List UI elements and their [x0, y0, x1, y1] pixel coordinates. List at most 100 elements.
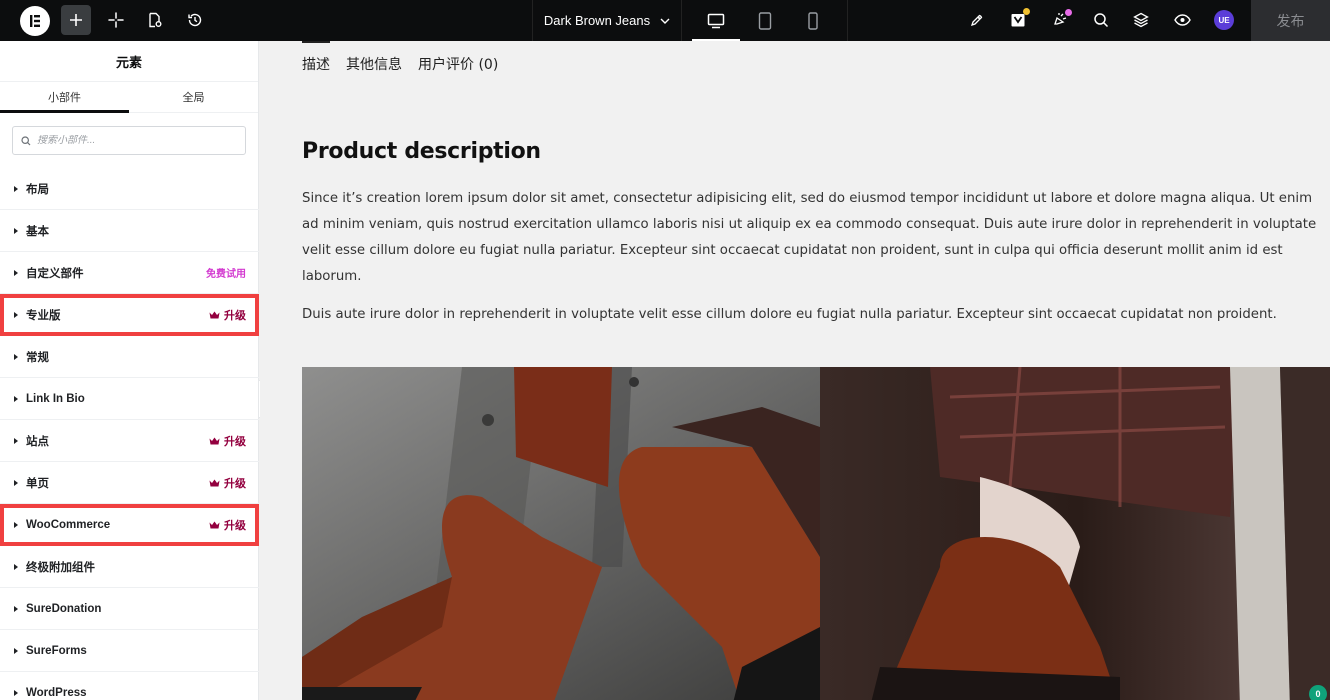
preview-button[interactable] — [1167, 5, 1197, 35]
category-label: WordPress — [26, 686, 87, 699]
crown-icon — [209, 311, 220, 318]
search-button[interactable] — [1086, 5, 1116, 35]
product-photo — [871, 367, 1330, 700]
tab-widgets[interactable]: 小部件 — [0, 82, 129, 113]
category-label: 站点 — [26, 435, 49, 448]
caret-right-icon — [14, 185, 18, 192]
category-label: Link In Bio — [26, 392, 85, 405]
tablet-view-button[interactable] — [741, 0, 789, 41]
document-title: Dark Brown Jeans — [543, 13, 651, 28]
desktop-icon — [707, 13, 725, 28]
category-wordpress[interactable]: WordPress — [0, 672, 259, 700]
document-title-dropdown[interactable]: Dark Brown Jeans — [532, 0, 682, 41]
category-sureforms[interactable]: SureForms — [0, 630, 259, 672]
panel-tabs: 小部件 全局 — [0, 82, 258, 113]
category-layout[interactable]: 布局 — [0, 168, 259, 210]
description-paragraph: Duis aute irure dolor in reprehenderit i… — [302, 307, 1277, 322]
widget-category-list: 布局 基本 自定义部件 免费试用 专业版 升级 常规 Link In Bio 站… — [0, 168, 259, 700]
description-paragraph: Since it’s creation lorem ipsum dolor si… — [302, 191, 1317, 284]
tab-reviews[interactable]: 用户评价 (0) — [418, 41, 498, 74]
structure-icon — [1133, 12, 1149, 28]
crown-icon — [209, 437, 220, 444]
tab-additional-info[interactable]: 其他信息 — [346, 41, 402, 74]
category-label: 单页 — [26, 477, 49, 490]
desktop-view-button[interactable] — [692, 0, 740, 41]
caret-right-icon — [14, 521, 18, 528]
upgrade-link[interactable]: 升级 — [209, 475, 246, 491]
search-icon — [1094, 13, 1109, 28]
category-single[interactable]: 单页 升级 — [0, 462, 259, 504]
rocket-icon — [970, 14, 983, 27]
elements-panel: 元素 小部件 全局 布局 基本 自定义部件 免费试用 专业版 升级 — [0, 41, 259, 700]
elementor-logo-icon[interactable] — [20, 6, 50, 36]
caret-right-icon — [14, 311, 18, 318]
add-element-button[interactable] — [61, 5, 91, 35]
history-button[interactable] — [180, 5, 210, 35]
category-label: 常规 — [26, 351, 49, 364]
preview-eye-icon — [1173, 14, 1191, 26]
page-settings-icon — [149, 12, 162, 28]
free-trial-badge[interactable]: 免费试用 — [206, 265, 246, 280]
caret-right-icon — [14, 479, 18, 486]
tab-description[interactable]: 描述 — [302, 41, 330, 74]
mobile-view-button[interactable] — [789, 0, 837, 41]
category-suredonation[interactable]: SureDonation — [0, 588, 259, 630]
category-link-in-bio[interactable]: Link In Bio — [0, 378, 259, 420]
category-pro[interactable]: 专业版 升级 — [0, 294, 259, 336]
caret-right-icon — [14, 437, 18, 444]
page-settings-button[interactable] — [140, 5, 170, 35]
product-description-heading: Product description — [302, 139, 541, 164]
category-general[interactable]: 常规 — [0, 336, 259, 378]
mobile-icon — [808, 11, 818, 30]
responsive-mode-switcher — [692, 0, 848, 41]
publish-button[interactable]: 发布 — [1251, 0, 1330, 41]
upgrade-link[interactable]: 升级 — [209, 517, 246, 533]
caret-right-icon — [14, 353, 18, 360]
crown-icon — [209, 479, 220, 486]
panel-title: 元素 — [0, 41, 258, 82]
top-bar: Dark Brown Jeans UE 发布 — [0, 0, 1330, 41]
user-avatar-badge[interactable]: UE — [1214, 10, 1234, 30]
product-image-boot-closeup — [820, 367, 1330, 700]
category-site[interactable]: 站点 升级 — [0, 420, 259, 462]
caret-right-icon — [14, 395, 18, 402]
caret-right-icon — [14, 563, 18, 570]
category-label: 终极附加组件 — [26, 561, 95, 574]
ai-sparkle-button[interactable] — [101, 5, 131, 35]
caret-right-icon — [14, 647, 18, 654]
category-label: 基本 — [26, 225, 49, 238]
chevron-down-icon — [660, 18, 670, 24]
whats-new-button[interactable] — [1045, 5, 1075, 35]
tab-global[interactable]: 全局 — [129, 82, 258, 112]
sparkle-icon — [108, 12, 124, 28]
widget-search-input[interactable] — [37, 135, 227, 146]
editor-canvas: 描述 其他信息 用户评价 (0) Product description Sin… — [260, 41, 1330, 700]
notification-count-badge[interactable]: 0 — [1309, 685, 1327, 700]
product-tabs: 描述 其他信息 用户评价 (0) — [302, 41, 498, 74]
notes-button[interactable] — [1003, 5, 1033, 35]
plus-icon — [70, 14, 82, 26]
category-label: 专业版 — [26, 309, 61, 322]
product-photo — [302, 367, 820, 700]
category-custom-widgets[interactable]: 自定义部件 免费试用 — [0, 252, 259, 294]
upgrade-label: 升级 — [224, 435, 246, 448]
category-woocommerce[interactable]: WooCommerce 升级 — [0, 504, 259, 546]
product-image-boots-jacket — [302, 367, 820, 700]
caret-right-icon — [14, 269, 18, 276]
upgrade-link[interactable]: 升级 — [209, 307, 246, 323]
category-label: 自定义部件 — [26, 267, 84, 280]
category-ultimate-addons[interactable]: 终极附加组件 — [0, 546, 259, 588]
upgrade-link[interactable]: 升级 — [209, 433, 246, 449]
structure-button[interactable] — [1126, 5, 1156, 35]
notes-indicator-dot — [1023, 8, 1030, 15]
category-label: 布局 — [26, 183, 49, 196]
category-basic[interactable]: 基本 — [0, 210, 259, 252]
category-label: SureForms — [26, 644, 87, 657]
whats-new-indicator-dot — [1065, 9, 1072, 16]
caret-right-icon — [14, 689, 18, 696]
history-icon — [188, 13, 202, 27]
upgrade-label: 升级 — [224, 477, 246, 490]
caret-right-icon — [14, 605, 18, 612]
crown-icon — [209, 521, 220, 528]
launchpad-button[interactable] — [962, 5, 992, 35]
